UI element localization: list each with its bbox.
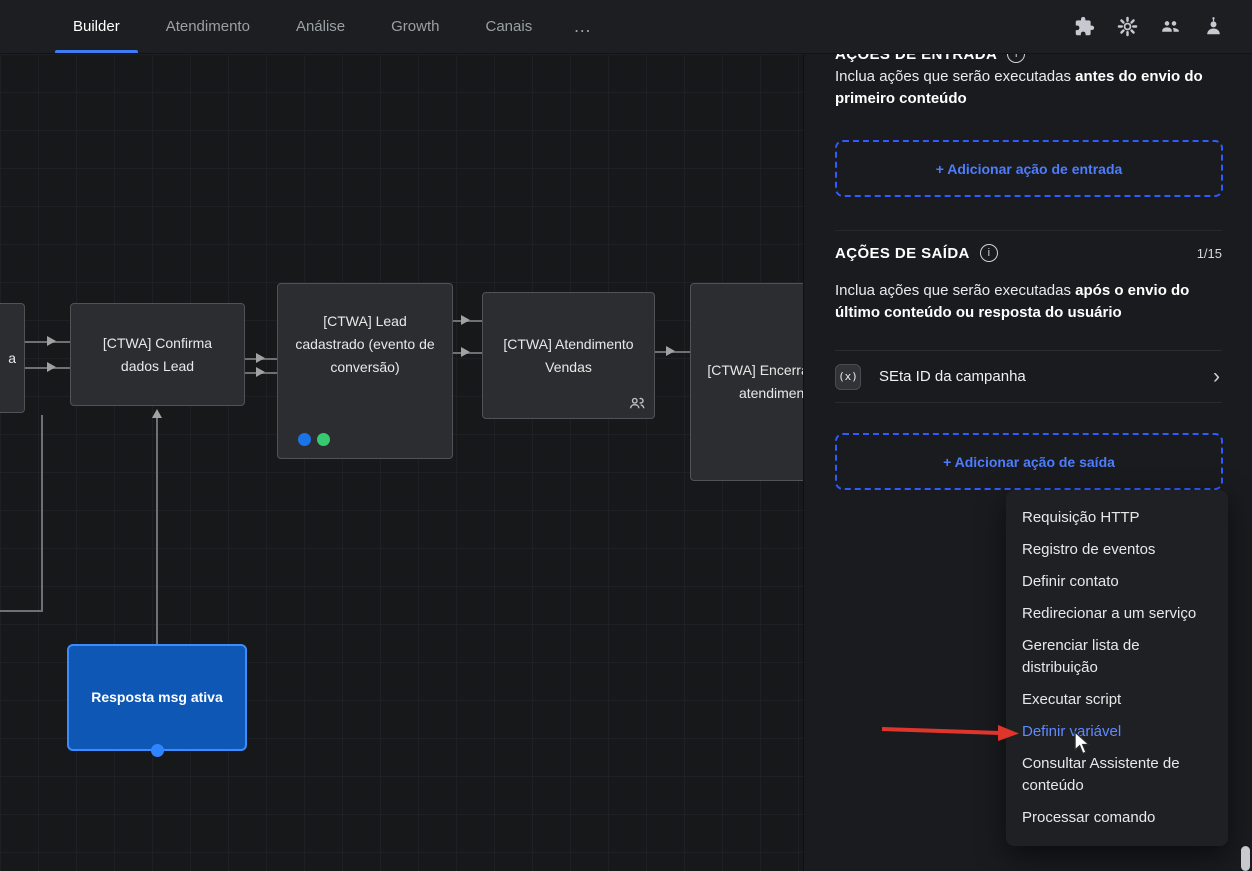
section-divider: [835, 230, 1222, 231]
connector-arrow-icon: [461, 315, 470, 325]
add-exit-action-button[interactable]: + Adicionar ação de saída: [835, 433, 1223, 490]
entry-actions-description: Inclua ações que serão executadas antes …: [835, 66, 1229, 110]
exit-actions-description: Inclua ações que serão executadas após o…: [835, 280, 1229, 324]
info-icon[interactable]: i: [1007, 54, 1025, 63]
connector: [156, 412, 158, 644]
connector: [41, 415, 43, 612]
exit-desc-lead: Inclua ações que serão executadas: [835, 282, 1075, 299]
menu-item-gerenciar-lista[interactable]: Gerenciar lista de distribuição: [1006, 630, 1228, 684]
tab-growth[interactable]: Growth: [368, 0, 462, 53]
info-icon[interactable]: i: [980, 244, 998, 262]
node-label: [CTWA] Confirma dados Lead: [87, 332, 228, 378]
flow-node-encerramento[interactable]: [CTWA] Encerramento atendimento: [690, 283, 803, 481]
exit-actions-title: AÇÕES DE SAÍDA: [835, 245, 970, 262]
node-label: [CTWA] Lead cadastrado (evento de conver…: [294, 310, 436, 379]
flow-node-resposta-msg-ativa[interactable]: Resposta msg ativa: [67, 644, 247, 751]
node-label: [CTWA] Atendimento Vendas: [499, 333, 638, 379]
exit-actions-header: AÇÕES DE SAÍDA i 1/15: [835, 244, 1222, 262]
flow-node-atendimento-vendas[interactable]: [CTWA] Atendimento Vendas: [482, 292, 655, 419]
tab-analise[interactable]: Análise: [273, 0, 368, 53]
flow-node-lead-cadastrado[interactable]: [CTWA] Lead cadastrado (evento de conver…: [277, 283, 453, 459]
connector-arrow-icon: [152, 409, 162, 418]
top-navbar: Builder Atendimento Análise Growth Canai…: [0, 0, 1252, 54]
exit-action-label: SEta ID da campanha: [879, 368, 1213, 385]
menu-item-redirecionar-servico[interactable]: Redirecionar a um serviço: [1006, 598, 1228, 630]
chevron-right-icon: ›: [1213, 366, 1222, 387]
add-entry-action-button[interactable]: + Adicionar ação de entrada: [835, 140, 1223, 197]
connector: [0, 610, 43, 612]
tab-builder[interactable]: Builder: [50, 0, 143, 53]
connection-port[interactable]: [151, 744, 164, 757]
menu-item-definir-variavel[interactable]: Definir variável: [1006, 716, 1228, 748]
connector-arrow-icon: [461, 347, 470, 357]
assistant-icon[interactable]: [1203, 16, 1224, 37]
more-tabs-button[interactable]: …: [555, 0, 611, 53]
menu-item-executar-script[interactable]: Executar script: [1006, 684, 1228, 716]
exit-action-item[interactable]: (x) SEta ID da campanha ›: [835, 350, 1222, 403]
connection-port[interactable]: [317, 433, 330, 446]
menu-item-processar-comando[interactable]: Processar comando: [1006, 802, 1228, 834]
node-label: [CTWA] Encerramento atendimento: [707, 359, 803, 405]
entry-actions-title: AÇÕES DE ENTRADA: [835, 54, 997, 63]
node-label: Resposta msg ativa: [91, 686, 223, 709]
menu-item-requisicao-http[interactable]: Requisição HTTP: [1006, 502, 1228, 534]
connection-port[interactable]: [298, 433, 311, 446]
connector-arrow-icon: [666, 346, 675, 356]
scrollbar-thumb[interactable]: [1241, 846, 1250, 871]
variable-icon: (x): [835, 364, 861, 390]
flow-node-confirma-dados-lead[interactable]: [CTWA] Confirma dados Lead: [70, 303, 245, 406]
settings-icon[interactable]: [1117, 16, 1138, 37]
tab-atendimento[interactable]: Atendimento: [143, 0, 273, 53]
extension-icon[interactable]: [1074, 16, 1095, 37]
menu-item-consultar-assistente[interactable]: Consultar Assistente de conteúdo: [1006, 748, 1228, 802]
connector-arrow-icon: [256, 353, 265, 363]
node-label: a: [8, 347, 16, 370]
entry-actions-header: AÇÕES DE ENTRADA i: [835, 54, 1222, 65]
connector-arrow-icon: [47, 362, 56, 372]
menu-item-definir-contato[interactable]: Definir contato: [1006, 566, 1228, 598]
connector-arrow-icon: [256, 367, 265, 377]
contacts-icon: [628, 394, 646, 412]
community-icon[interactable]: [1160, 16, 1181, 37]
add-action-menu: Requisição HTTP Registro de eventos Defi…: [1006, 490, 1228, 846]
tab-canais[interactable]: Canais: [463, 0, 556, 53]
exit-actions-count: 1/15: [1197, 246, 1222, 261]
flow-node-partial[interactable]: a: [0, 303, 25, 413]
entry-desc-lead: Inclua ações que serão executadas: [835, 68, 1075, 85]
menu-item-registro-de-eventos[interactable]: Registro de eventos: [1006, 534, 1228, 566]
app-window: Builder Atendimento Análise Growth Canai…: [0, 0, 1252, 871]
navbar-icons: [1074, 0, 1252, 53]
connector-arrow-icon: [47, 336, 56, 346]
flow-canvas[interactable]: a [CTWA] Confirma dados Lead [CTWA] Lead…: [0, 54, 803, 871]
